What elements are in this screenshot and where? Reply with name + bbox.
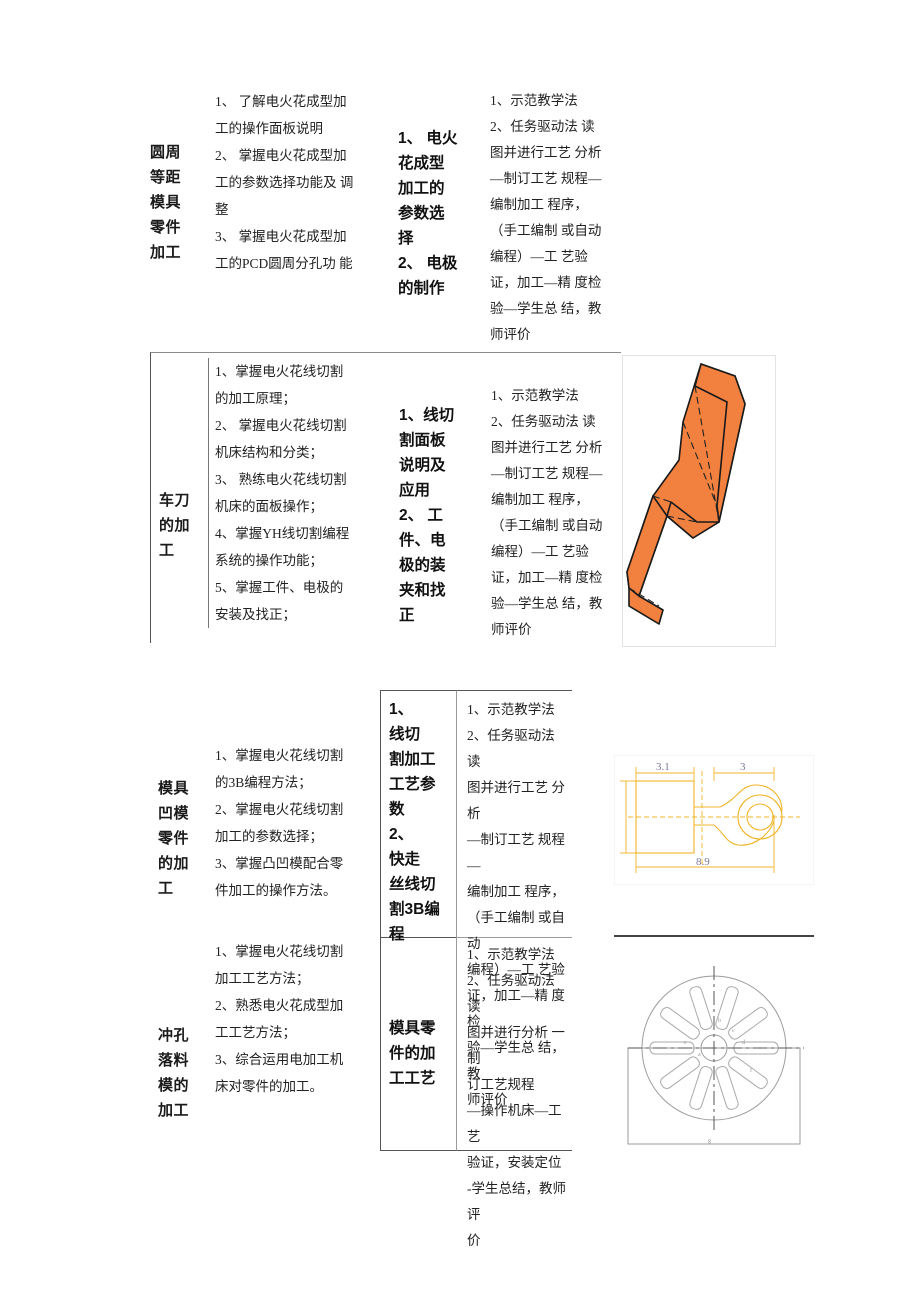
row-objectives: 1、掌握电火花线切割 的加工原理； 2、 掌握电火花线切割 机床结构和分类； 3…	[208, 358, 390, 628]
row-knowledge-points: 1、 电火 花成型 加工的 参数选 择 2、 电极 的制作	[398, 130, 458, 297]
row-objectives: 1、 了解电火花成型加 工的操作面板说明 2、 掌握电火花成型加 工的参数选择功…	[215, 94, 354, 271]
row-knowledge-points: 1、 线切 割加工 工艺参 数 2、 快走 丝线切 割3B编 程	[380, 690, 456, 943]
dimension-label: 8.9	[696, 856, 710, 868]
svg-text:d: d	[742, 1040, 745, 1046]
row-task-label: 冲孔 落料 模的 加工	[158, 1027, 190, 1119]
svg-text:c: c	[732, 1028, 735, 1034]
orange-3d-lathe-tool-figure	[622, 355, 776, 647]
row-teaching-methods: 1、示范教学法 2、任务驱动法 读 图并进行分析 一制 订工艺规程 —操作机床—…	[456, 938, 572, 1248]
svg-text:e: e	[684, 1040, 687, 1046]
svg-text:b: b	[718, 1018, 721, 1024]
svg-text:f: f	[750, 1067, 752, 1074]
svg-text:g: g	[708, 1138, 711, 1144]
dimension-label: 3.1	[656, 761, 670, 773]
table-row: 车刀 的加 工 1、掌握电火花线切割 的加工原理； 2、 掌握电火花线切割 机床…	[150, 352, 621, 643]
row-knowledge-points: 1、线切 割面板 说明及 应用 2、 工 件、电 极的装 夹和找 正	[399, 407, 455, 624]
row-task-label: 模具 凹模 零件 的加 工	[158, 780, 190, 897]
row-teaching-methods: 1、示范教学法 2、任务驱动法 读 图并进行工艺 分析 —制订工艺 规程— 编制…	[490, 93, 602, 342]
document-page: 圆周 等距 模具 零件 加工 1、 了解电火花成型加 工的操作面板说明 2、 掌…	[0, 0, 920, 1303]
row-teaching-methods: 1、示范教学法 2、任务驱动法 读 图并进行工艺 分析 —制订工艺 规程— 编制…	[456, 690, 572, 1107]
row-teaching-methods: 1、示范教学法 2、任务驱动法 读 图并进行工艺 分析 —制订工艺 规程— 编制…	[491, 388, 603, 637]
row-task-label: 车刀 的加 工	[159, 492, 191, 559]
row-knowledge-points: 模具零 件的加 工工艺	[380, 938, 456, 1151]
svg-text:a: a	[698, 1052, 701, 1058]
dimension-label: 3	[740, 761, 746, 773]
row-task-label: 圆周 等距 模具 零件 加工	[150, 144, 182, 261]
row-objectives: 1、掌握电火花线切割 加工工艺方法； 2、熟悉电火花成型加 工工艺方法； 3、综…	[215, 944, 344, 1094]
circular-slotted-part-figure: b a c d e f g	[614, 960, 814, 1160]
horizontal-rule	[614, 935, 814, 937]
row-objectives: 1、掌握电火花线切割 的3B编程方法； 2、掌握电火花线切割 加工的参数选择； …	[215, 748, 344, 898]
table-row: 冲孔 落料 模的 加工 1、掌握电火花线切割 加工工艺方法； 2、熟悉电火花成型…	[150, 938, 620, 1248]
table-row: 模具 凹模 零件 的加 工 1、掌握电火花线切割 的3B编程方法； 2、掌握电火…	[150, 690, 620, 1107]
cad-dimension-drawing-figure: 3.1 3 8.9	[614, 755, 814, 885]
table-row: 圆周 等距 模具 零件 加工 1、 了解电火花成型加 工的操作面板说明 2、 掌…	[150, 88, 770, 342]
